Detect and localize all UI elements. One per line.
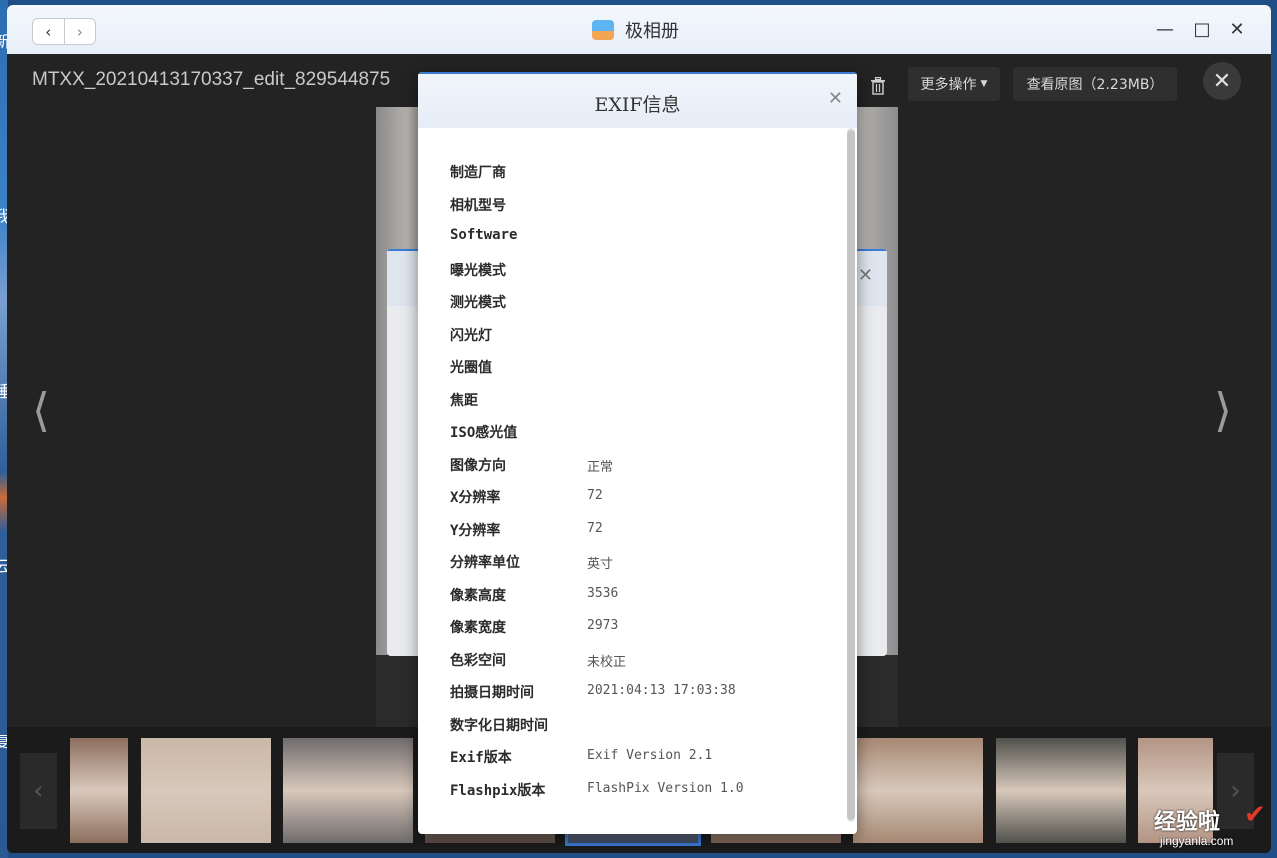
exif-label: 像素高度 <box>450 587 506 604</box>
watermark-text: 经验啦 <box>1154 810 1221 835</box>
exif-label: Exif版本 <box>450 750 512 766</box>
exif-dialog-close-button[interactable]: ✕ <box>828 88 843 109</box>
exif-label: 拍摄日期时间 <box>450 685 534 701</box>
maximize-icon: □ <box>1193 18 1211 40</box>
exif-label: 相机型号 <box>450 197 506 214</box>
exif-value: Exif Version 2.1 <box>587 748 713 763</box>
exif-dialog-header: EXIF信息 ✕ <box>418 72 857 128</box>
caret-down-icon: ▼ <box>980 79 988 89</box>
more-actions-button[interactable]: 更多操作 ▼ <box>908 67 1000 101</box>
close-icon: ✕ <box>1212 68 1232 94</box>
thumbnail[interactable] <box>853 738 983 843</box>
viewer-close-button[interactable]: ✕ <box>1203 62 1241 100</box>
exif-label: 图像方向 <box>450 457 506 474</box>
chevron-left-icon: ‹ <box>45 22 52 41</box>
exif-label: Y分辨率 <box>450 522 501 539</box>
watermark-url: jingyanla.com <box>1160 834 1234 848</box>
exif-row: 拍摄日期时间 2021:04:13 17:03:38 <box>450 676 810 709</box>
app-logo-icon <box>592 20 614 40</box>
exif-label: Flashpix版本 <box>450 782 546 799</box>
checkmark-icon: ✔ <box>1244 800 1266 830</box>
exif-row: 曝光模式 <box>450 254 810 287</box>
minimize-icon: — <box>1156 18 1174 40</box>
exif-row: Software <box>450 221 810 254</box>
exif-value: FlashPix Version 1.0 <box>587 780 744 796</box>
exif-row: X分辨率 72 <box>450 481 810 514</box>
close-icon: ✕ <box>1229 18 1245 40</box>
exif-value: 英寸 <box>587 557 614 572</box>
forward-button[interactable]: › <box>63 19 96 44</box>
watermark: 经验啦 ✔ jingyanla.com <box>1140 798 1268 854</box>
exif-row: 像素高度 3536 <box>450 579 810 612</box>
photo-filename: MTXX_20210413170337_edit_829544875 <box>32 69 391 90</box>
exif-label: X分辨率 <box>450 490 501 506</box>
exif-value: 2021:04:13 17:03:38 <box>587 683 736 698</box>
nav-group: ‹ › <box>32 18 96 45</box>
exif-label: 测光模式 <box>450 295 506 311</box>
scrollbar-thumb[interactable] <box>847 130 855 820</box>
exif-row: Flashpix版本 FlashPix Version 1.0 <box>450 774 810 807</box>
exif-row: 闪光灯 <box>450 319 810 352</box>
exif-row: ISO感光值 <box>450 416 810 449</box>
next-photo-arrow[interactable]: ⟩ <box>1214 383 1232 437</box>
close-window-button[interactable]: ✕ <box>1225 17 1249 41</box>
exif-row: 分辨率单位 英寸 <box>450 546 810 579</box>
thumbnail[interactable] <box>70 738 128 843</box>
app-title-text: 极相册 <box>625 21 679 42</box>
thumbnail[interactable] <box>141 738 271 843</box>
exif-dialog-title: EXIF信息 <box>594 94 681 116</box>
view-original-label: 查看原图（2.23MB） <box>1026 77 1164 93</box>
exif-list: 制造厂商 相机型号 Software 曝光模式 测光模式 闪光灯 光圈值 焦距 ISO感光值 图像… <box>450 156 810 806</box>
exif-row: 色彩空间 未校正 <box>450 644 810 677</box>
exif-label: 制造厂商 <box>450 165 506 181</box>
filmstrip-prev-button[interactable]: ‹ <box>20 753 57 829</box>
exif-label: 像素宽度 <box>450 620 506 636</box>
exif-value: 未校正 <box>587 654 627 670</box>
prev-photo-arrow[interactable]: ⟨ <box>32 383 50 437</box>
maximize-button[interactable]: □ <box>1190 17 1214 41</box>
exif-row: 制造厂商 <box>450 156 810 189</box>
exif-value: 正常 <box>587 459 614 475</box>
exif-row: 图像方向 正常 <box>450 449 810 482</box>
exif-label: ISO感光值 <box>450 425 518 441</box>
close-icon: ✕ <box>857 265 873 286</box>
view-original-button[interactable]: 查看原图（2.23MB） <box>1013 67 1177 101</box>
scrollbar[interactable] <box>847 128 855 822</box>
thumbnail[interactable] <box>283 738 413 843</box>
chevron-right-icon: › <box>76 22 83 41</box>
exif-label: 数字化日期时间 <box>450 717 548 734</box>
exif-label: 分辨率单位 <box>450 555 520 571</box>
exif-row: 像素宽度 2973 <box>450 611 810 644</box>
exif-row: 数字化日期时间 <box>450 709 810 742</box>
exif-value: 72 <box>587 488 603 503</box>
exif-row: 光圈值 <box>450 351 810 384</box>
exif-row: 焦距 <box>450 384 810 417</box>
exif-label: 曝光模式 <box>450 262 506 279</box>
exif-dialog: EXIF信息 ✕ 制造厂商相机型号 Software 曝光模式测光模式闪光灯光圈值焦… <box>418 72 857 834</box>
exif-row: Exif版本 Exif Version 2.1 <box>450 741 810 774</box>
app-title: 极相册 <box>592 17 679 43</box>
back-button[interactable]: ‹ <box>33 19 64 44</box>
exif-row: 测光模式 <box>450 286 810 319</box>
exif-label: 焦距 <box>450 392 478 409</box>
exif-value: 3536 <box>587 585 619 601</box>
trash-icon[interactable] <box>867 75 889 97</box>
minimize-button[interactable]: — <box>1153 17 1177 41</box>
chevron-left-icon: ‹ <box>33 776 44 806</box>
exif-label: 色彩空间 <box>450 652 506 669</box>
exif-label: 闪光灯 <box>450 327 492 344</box>
more-actions-label: 更多操作 <box>920 77 977 93</box>
trash-icon-svg <box>871 77 885 95</box>
exif-row: 相机型号 <box>450 189 810 222</box>
app-window: ‹ › 极相册 — □ ✕ MTXX_20210413170337_edit_8… <box>7 5 1271 853</box>
exif-label: 光圈值 <box>450 360 492 376</box>
exif-value: 2973 <box>587 618 619 633</box>
exif-label: Software <box>450 227 518 243</box>
thumbnail[interactable] <box>996 738 1126 843</box>
exif-value: 72 <box>587 520 603 536</box>
exif-row: Y分辨率 72 <box>450 514 810 547</box>
title-bar: ‹ › 极相册 — □ ✕ <box>7 5 1271 54</box>
